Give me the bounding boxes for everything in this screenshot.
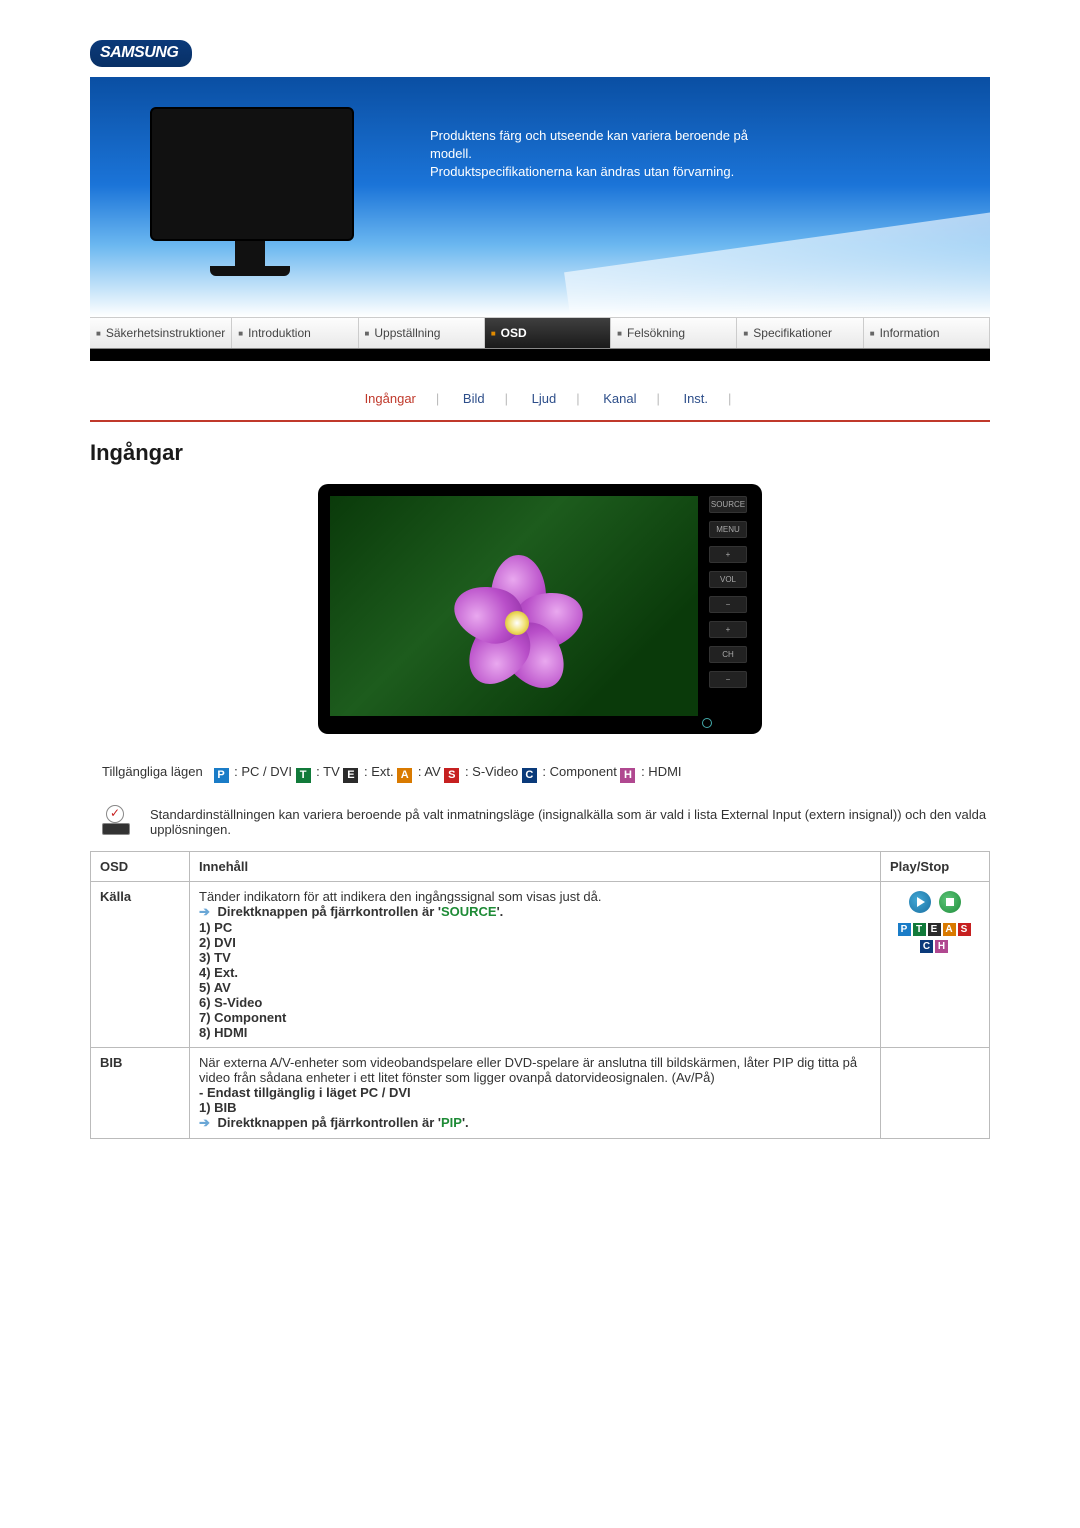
row-content: Tänder indikatorn för att indikera den i…: [190, 882, 881, 1048]
subnav-inputs[interactable]: Ingångar: [365, 391, 416, 406]
available-modes: Tillgängliga lägen P : PC / DVI T : TV E…: [102, 764, 990, 783]
tv-side-buttons: SOURCE MENU + VOL − + CH −: [698, 496, 750, 716]
mode-badge: S: [444, 768, 459, 783]
row-osd-label: BIB: [91, 1048, 190, 1139]
default-note: Standardinställningen kan variera beroen…: [150, 807, 990, 837]
nav-information[interactable]: Information: [864, 318, 990, 348]
arrow-icon: ➔: [199, 904, 210, 919]
nav-osd[interactable]: OSD: [485, 318, 611, 348]
note-icon: [98, 807, 132, 835]
row-osd-label: Källa: [91, 882, 190, 1048]
nav-safety[interactable]: Säkerhetsinstruktioner: [90, 318, 232, 348]
tv-btn-ch-label: CH: [709, 646, 747, 663]
section-divider: [90, 420, 990, 422]
tv-screen: [330, 496, 698, 716]
sub-nav: Ingångar| Bild| Ljud| Kanal| Inst.|: [90, 361, 990, 420]
row-content: När externa A/V-enheter som videobandspe…: [190, 1048, 881, 1139]
mode-badge: H: [620, 768, 635, 783]
hero-text-1: Produktens färg och utseende kan variera…: [430, 127, 780, 163]
brand-logo: SAMSUNG: [90, 40, 192, 67]
table-row: Källa Tänder indikatorn för att indikera…: [91, 882, 990, 1048]
mode-badge: P: [214, 768, 229, 783]
mode-badge: C: [522, 768, 537, 783]
arrow-icon: ➔: [199, 1115, 210, 1130]
tv-btn-vol-label: VOL: [709, 571, 747, 588]
nav-setup[interactable]: Uppställning: [359, 318, 485, 348]
tv-btn-ch-down: −: [709, 671, 747, 688]
tv-btn-vol-up: +: [709, 546, 747, 563]
subnav-channel[interactable]: Kanal: [603, 391, 636, 406]
nav-troubleshoot[interactable]: Felsökning: [611, 318, 737, 348]
nav-introduction[interactable]: Introduktion: [232, 318, 358, 348]
th-content: Innehåll: [190, 852, 881, 882]
play-icon[interactable]: [909, 891, 931, 913]
th-play: Play/Stop: [881, 852, 990, 882]
mode-badges: PTEAS CH: [890, 919, 980, 953]
row-play: PTEAS CH: [881, 882, 990, 1048]
subnav-picture[interactable]: Bild: [463, 391, 485, 406]
modes-label: Tillgängliga lägen: [102, 764, 203, 779]
product-image: [150, 107, 350, 276]
tv-btn-source: SOURCE: [709, 496, 747, 513]
subnav-sound[interactable]: Ljud: [532, 391, 557, 406]
mode-badge: E: [343, 768, 358, 783]
subnav-setup[interactable]: Inst.: [683, 391, 708, 406]
row-play: [881, 1048, 990, 1139]
tv-btn-vol-down: −: [709, 596, 747, 613]
mode-badge: A: [397, 768, 412, 783]
nav-divider: [90, 349, 990, 361]
hero-text-2: Produktspecifikationerna kan ändras utan…: [430, 163, 780, 181]
main-nav: Säkerhetsinstruktioner Introduktion Upps…: [90, 317, 990, 349]
mode-badge: T: [296, 768, 311, 783]
hero-banner: Produktens färg och utseende kan variera…: [90, 77, 990, 317]
tv-led-icon: [702, 718, 712, 728]
tv-btn-ch-up: +: [709, 621, 747, 638]
stop-icon[interactable]: [939, 891, 961, 913]
osd-table: OSD Innehåll Play/Stop Källa Tänder indi…: [90, 851, 990, 1139]
tv-btn-menu: MENU: [709, 521, 747, 538]
section-title: Ingångar: [90, 440, 990, 466]
table-row: BIB När externa A/V-enheter som videoban…: [91, 1048, 990, 1139]
th-osd: OSD: [91, 852, 190, 882]
nav-specs[interactable]: Specifikationer: [737, 318, 863, 348]
tv-illustration: SOURCE MENU + VOL − + CH −: [318, 484, 762, 734]
